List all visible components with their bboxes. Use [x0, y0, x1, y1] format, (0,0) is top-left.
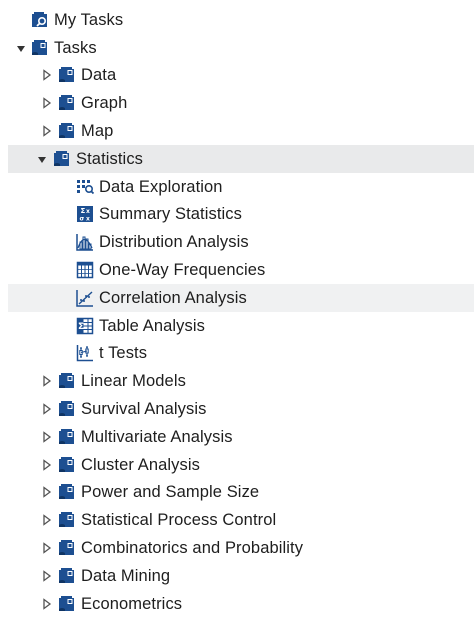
svg-text:x: x	[86, 216, 90, 223]
tree-item-data-mining[interactable]: Data Mining	[0, 562, 474, 590]
frequencies-table-icon	[76, 261, 94, 279]
tree-item-summary-statistics[interactable]: Σ x σ x Summary Statistics	[0, 201, 474, 229]
tree-item-label: Summary Statistics	[99, 205, 242, 224]
tree-item-econometrics[interactable]: Econometrics	[0, 590, 474, 618]
expand-triangle-icon[interactable]	[42, 403, 52, 415]
tree-item-label: Cluster Analysis	[81, 455, 200, 474]
expand-triangle-icon[interactable]	[42, 375, 52, 387]
tree-item-label: Table Analysis	[99, 316, 205, 335]
summary-statistics-icon: Σ x σ x	[76, 205, 94, 223]
tree-item-label: One-Way Frequencies	[99, 261, 266, 280]
folder-book-icon	[58, 122, 76, 140]
svg-text:σ: σ	[80, 216, 85, 223]
folder-book-icon	[58, 483, 76, 501]
tree-item-linear-models[interactable]: Linear Models	[0, 367, 474, 395]
svg-text:Σ: Σ	[81, 207, 86, 215]
folder-book-icon	[58, 428, 76, 446]
tree-item-cluster-analysis[interactable]: Cluster Analysis	[0, 451, 474, 479]
svg-text:Σ: Σ	[78, 322, 84, 332]
tree-item-one-way-frequencies[interactable]: One-Way Frequencies	[0, 256, 474, 284]
tree-item-tasks[interactable]: Tasks	[0, 34, 474, 62]
tree-item-data[interactable]: Data	[0, 62, 474, 90]
data-exploration-icon	[76, 178, 94, 196]
tree-item-power-and-sample-size[interactable]: Power and Sample Size	[0, 479, 474, 507]
expand-triangle-icon[interactable]	[42, 125, 52, 137]
tree-item-label: Linear Models	[81, 372, 186, 391]
svg-text:x: x	[86, 208, 90, 215]
tree-item-label: Correlation Analysis	[99, 288, 247, 307]
expand-triangle-icon[interactable]	[42, 431, 52, 443]
tree-item-label: Distribution Analysis	[99, 233, 249, 252]
tree-item-statistical-process-control[interactable]: Statistical Process Control	[0, 506, 474, 534]
collapse-triangle-icon[interactable]	[16, 42, 26, 54]
expand-triangle-icon[interactable]	[42, 542, 52, 554]
folder-book-icon	[58, 567, 76, 585]
tree-item-multivariate-analysis[interactable]: Multivariate Analysis	[0, 423, 474, 451]
folder-book-icon	[58, 400, 76, 418]
tree-item-label: Tasks	[54, 38, 97, 57]
folder-book-icon	[58, 66, 76, 84]
tree-item-label: Multivariate Analysis	[81, 427, 233, 446]
folder-book-icon	[31, 39, 49, 57]
table-analysis-icon: Σ	[76, 317, 94, 335]
expand-triangle-icon[interactable]	[42, 598, 52, 610]
folder-book-icon	[53, 150, 71, 168]
tree-item-map[interactable]: Map	[0, 117, 474, 145]
tree-item-graph[interactable]: Graph	[0, 89, 474, 117]
expand-triangle-icon[interactable]	[42, 69, 52, 81]
tree-item-label: Statistical Process Control	[81, 511, 277, 530]
tree-item-label: Statistics	[76, 149, 144, 168]
tree-item-table-analysis[interactable]: Σ Table Analysis	[0, 312, 474, 340]
expand-triangle-icon[interactable]	[42, 514, 52, 526]
folder-book-icon	[58, 595, 76, 613]
tree-item-label: Econometrics	[81, 594, 183, 613]
expand-triangle-icon[interactable]	[42, 486, 52, 498]
my-tasks-icon	[31, 11, 49, 29]
tree-item-label: Power and Sample Size	[81, 483, 260, 502]
tree-item-t-tests[interactable]: t Tests	[0, 340, 474, 368]
folder-book-icon	[58, 94, 76, 112]
tree-item-label: Graph	[81, 94, 128, 113]
tree-item-label: Map	[81, 122, 114, 141]
tree-item-label: Combinatorics and Probability	[81, 539, 304, 558]
tree-item-label: My Tasks	[54, 10, 124, 29]
tree-item-label: t Tests	[99, 344, 148, 363]
correlation-chart-icon	[76, 289, 94, 307]
tree-item-my-tasks[interactable]: My Tasks	[0, 6, 474, 34]
tree-item-correlation-analysis[interactable]: Correlation Analysis	[8, 283, 474, 312]
tree-item-distribution-analysis[interactable]: Distribution Analysis	[0, 228, 474, 256]
task-tree: My Tasks Tasks Data Graph Map Statistics…	[0, 6, 474, 618]
tree-item-label: Survival Analysis	[81, 400, 207, 419]
folder-book-icon	[58, 511, 76, 529]
distribution-analysis-icon	[76, 233, 94, 252]
tree-item-label: Data Mining	[81, 566, 171, 585]
tree-item-data-exploration[interactable]: Data Exploration	[0, 173, 474, 201]
folder-book-icon	[58, 372, 76, 390]
expand-triangle-icon[interactable]	[42, 570, 52, 582]
expand-triangle-icon[interactable]	[42, 97, 52, 109]
folder-book-icon	[58, 539, 76, 557]
collapse-triangle-icon[interactable]	[37, 153, 47, 165]
expand-triangle-icon[interactable]	[42, 459, 52, 471]
tree-item-statistics[interactable]: Statistics	[8, 144, 474, 173]
folder-book-icon	[58, 456, 76, 474]
t-tests-icon	[76, 344, 94, 362]
tree-item-label: Data Exploration	[99, 177, 223, 196]
tree-item-combinatorics-and-probability[interactable]: Combinatorics and Probability	[0, 534, 474, 562]
tree-item-survival-analysis[interactable]: Survival Analysis	[0, 395, 474, 423]
tree-item-label: Data	[81, 66, 117, 85]
